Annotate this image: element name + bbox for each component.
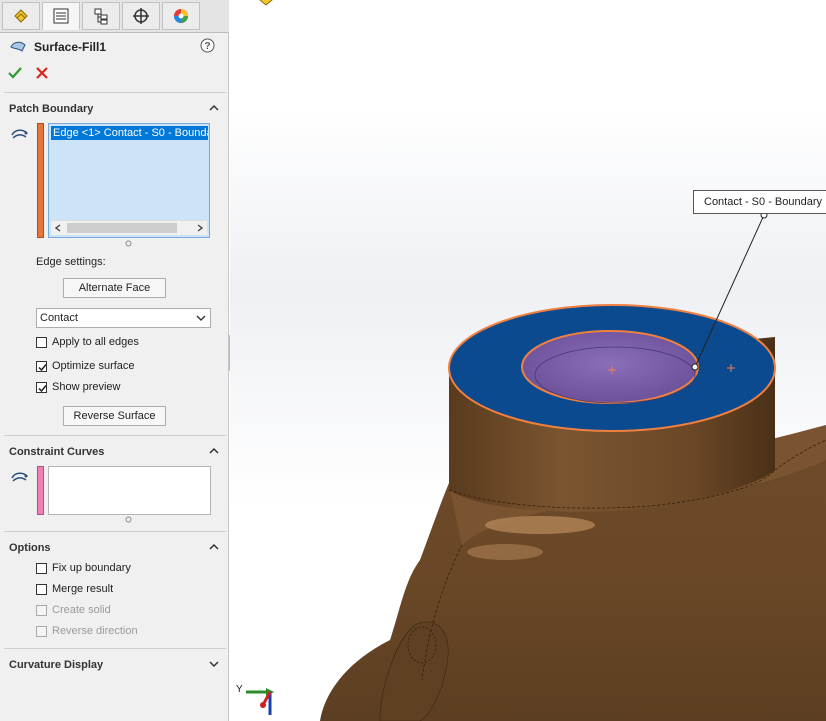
dimxpert-icon: [133, 8, 149, 24]
feature-title: Surface-Fill1: [34, 40, 107, 54]
show-preview-label: Show preview: [52, 381, 121, 393]
tab-configuration-manager[interactable]: [82, 2, 120, 30]
merge-result-label: Merge result: [52, 583, 114, 595]
display-manager-icon: [174, 9, 188, 23]
model-view[interactable]: [230, 0, 826, 721]
patch-boundary-list[interactable]: Edge <1> Contact - S0 - Boundary: [48, 123, 210, 238]
edge-settings-label: Edge settings:: [36, 256, 106, 268]
fix-up-boundary-label: Fix up boundary: [52, 562, 131, 574]
tab-property-manager[interactable]: [42, 2, 80, 30]
highlight: [467, 544, 543, 560]
checkmark-icon: [38, 364, 47, 372]
checkmark-icon: [38, 385, 47, 393]
divider: [4, 92, 226, 93]
constraint-curves-list[interactable]: [48, 466, 211, 515]
create-solid-label: Create solid: [52, 604, 111, 616]
chevron-up-icon: [209, 447, 219, 454]
curvature-display-header-label: Curvature Display: [9, 659, 104, 671]
curvature-control-select[interactable]: Contact: [36, 308, 211, 328]
show-preview-checkbox[interactable]: [36, 382, 47, 393]
boundary-color-swatch: [37, 123, 44, 238]
surface-fill-icon: [10, 41, 26, 52]
divider: [4, 648, 226, 649]
callout-anchor: [691, 363, 699, 371]
scroll-left-icon[interactable]: [54, 224, 62, 232]
chevron-down-icon: [209, 661, 219, 668]
constraint-curves-header[interactable]: Constraint Curves: [0, 444, 229, 462]
chevron-up-icon: [209, 543, 219, 550]
cancel-x-icon[interactable]: [36, 67, 48, 79]
horizontal-scrollbar[interactable]: [51, 220, 207, 235]
constraint-curves-header-label: Constraint Curves: [9, 446, 105, 458]
fill-surface-preview[interactable]: [521, 330, 699, 404]
help-icon[interactable]: ?: [200, 38, 215, 53]
constraint-color-swatch: [37, 466, 44, 515]
highlight: [485, 516, 595, 534]
divider: [4, 531, 226, 532]
patch-boundary-header-label: Patch Boundary: [9, 103, 94, 115]
optimize-surface-checkbox[interactable]: [36, 361, 47, 372]
ok-checkmark-icon[interactable]: [8, 66, 22, 80]
chevron-down-icon: [196, 315, 206, 321]
resize-grip-icon[interactable]: [125, 240, 132, 247]
patch-boundary-header[interactable]: Patch Boundary: [0, 101, 229, 119]
property-manager-icon: [53, 8, 69, 24]
list-item[interactable]: Edge <1> Contact - S0 - Boundary: [51, 126, 208, 140]
reverse-direction-checkbox: [36, 626, 47, 637]
edge-selection-icon: [11, 129, 28, 139]
create-solid-checkbox: [36, 605, 47, 616]
origin-marker: [259, 0, 273, 6]
resize-grip-icon[interactable]: [125, 516, 132, 523]
tab-dimxpert-manager[interactable]: [122, 2, 160, 30]
graphics-viewport[interactable]: Contact - S0 - Boundary Y: [230, 0, 826, 721]
triad-x-tip: [260, 702, 266, 708]
reverse-direction-label: Reverse direction: [52, 625, 138, 637]
tab-feature-manager[interactable]: [2, 2, 40, 30]
manager-tabs: [0, 0, 229, 33]
svg-text:?: ?: [204, 41, 210, 52]
tab-display-manager[interactable]: [162, 2, 200, 30]
merge-result-checkbox[interactable]: [36, 584, 47, 595]
property-manager-panel: Surface-Fill1 ? Patch Boundary Edge <1> …: [0, 0, 229, 721]
alternate-face-button[interactable]: Alternate Face: [63, 278, 166, 298]
options-header[interactable]: Options: [0, 540, 229, 558]
callout-label[interactable]: Contact - S0 - Boundary: [693, 190, 826, 214]
curve-selection-icon: [11, 472, 28, 482]
apply-all-edges-checkbox[interactable]: [36, 337, 47, 348]
triad-y-label: Y: [236, 684, 243, 695]
reverse-surface-button[interactable]: Reverse Surface: [63, 406, 166, 426]
configuration-manager-icon: [94, 8, 108, 25]
curvature-display-header[interactable]: Curvature Display: [0, 657, 229, 675]
scroll-right-icon[interactable]: [196, 224, 204, 232]
select-value: Contact: [40, 312, 78, 324]
fix-up-boundary-checkbox[interactable]: [36, 563, 47, 574]
apply-all-edges-label: Apply to all edges: [52, 336, 139, 348]
options-header-label: Options: [9, 542, 51, 554]
chevron-up-icon: [209, 104, 219, 111]
scrollbar-thumb[interactable]: [67, 223, 177, 233]
feature-manager-icon: [14, 9, 28, 23]
optimize-surface-label: Optimize surface: [52, 360, 135, 372]
divider: [4, 435, 226, 436]
